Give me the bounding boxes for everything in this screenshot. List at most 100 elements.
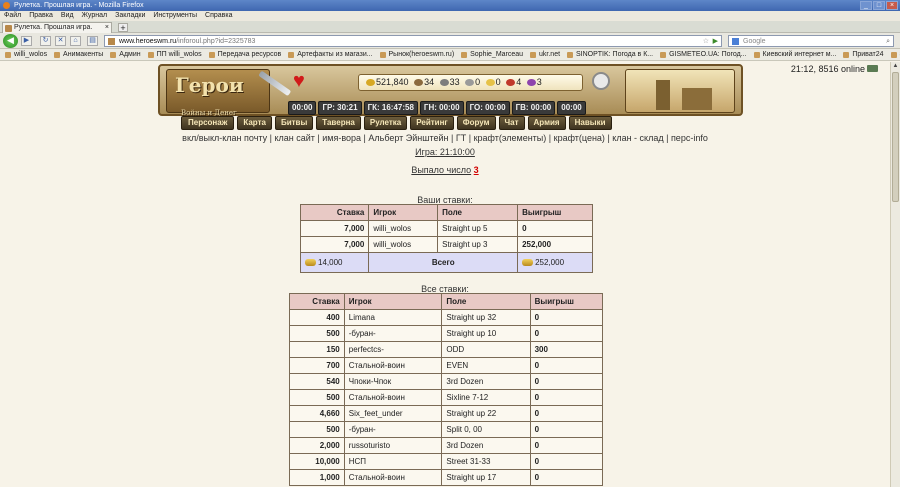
page-scrollbar[interactable]: ▲ [890,62,900,487]
link-gt[interactable]: ГТ [456,133,466,143]
maximize-button[interactable]: □ [873,1,885,10]
table-header-row: Ставка Игрок Поле Выигрыш [289,293,604,310]
cell-player[interactable]: Limana [343,309,443,326]
cell-field: Straight up 3 [437,236,519,253]
bookmark-item[interactable]: Приват24 [843,49,884,60]
new-tab-button[interactable]: + [118,23,128,33]
guild-timers: 00:00 ГР: 30:21 ГК: 16:47:58 ГН: 00:00 Г… [288,101,613,115]
timer-item[interactable]: ГО: 00:00 [465,101,510,115]
bookmark-item[interactable]: SINOPTIK: Погода в К... [566,49,653,60]
timer-item[interactable]: ГК: 16:47:58 [363,101,418,115]
cell-player[interactable]: -буран- [343,325,443,342]
bookmark-item[interactable]: Передача ресурсов [208,49,281,60]
cell-player[interactable]: willi_wolos [368,236,439,253]
menu-tavern[interactable]: Таверна [316,116,361,130]
ring-icon[interactable] [592,72,610,90]
wood-icon [414,79,424,86]
menu-roulette[interactable]: Рулетка [363,116,408,130]
url-bar[interactable]: www.heroeswm.ru/inforoul.php?id=2325783 … [104,35,722,47]
cell-field: Street 31-33 [441,453,531,470]
link-clan-storage[interactable]: клан - склад [612,133,663,143]
tab-roulette[interactable]: Рулетка. Прошлая игра. × [2,22,112,33]
reload-button[interactable]: ↻ [40,36,51,46]
link-einstein[interactable]: Альберт Эйнштейн [368,133,448,143]
scroll-up-icon[interactable]: ▲ [891,62,900,71]
link-pers-info[interactable]: перс-info [671,133,708,143]
bookmark-item[interactable]: Анимакенты [54,49,103,60]
bookmark-item[interactable]: Админ [110,49,141,60]
table-row: 500 -буран- Split 0, 00 0 [289,421,604,438]
menu-view[interactable]: Вид [61,11,74,21]
timer-item[interactable]: ГР: 30:21 [318,101,362,115]
menu-forum[interactable]: Форум [456,116,496,130]
link-craft-elements[interactable]: крафт(элементы) [474,133,547,143]
menu-edit[interactable]: Правка [29,11,53,21]
menu-help[interactable]: Справка [205,11,232,21]
bookmark-item[interactable]: GISMETEO.UA: Погод... [660,49,747,60]
cell-player[interactable]: Чпоки-Чпок [343,373,443,390]
bookmark-item[interactable]: Рынок(heroeswm.ru) [379,49,454,60]
back-button[interactable]: ◀ [3,34,18,48]
bookmark-item[interactable]: Sophie_Marceau [461,49,523,60]
timer-item[interactable]: ГН: 00:00 [419,101,464,115]
home-button[interactable]: ⌂ [70,36,81,46]
link-clan-site[interactable]: клан сайт [274,133,314,143]
bookmarks-toolbar: willi_wolos Анимакенты Админ ПП willi_wo… [0,49,900,61]
go-arrow-icon[interactable]: ▶ [713,36,718,46]
search-icon[interactable]: ⌕ [886,36,890,47]
menu-map[interactable]: Карта [237,116,272,130]
bookmark-item[interactable]: willi_wolos [5,49,47,60]
cell-player[interactable]: Стальной-воин [343,357,443,374]
menu-battles[interactable]: Битвы [274,116,314,130]
cell-player[interactable]: willi_wolos [368,220,439,237]
stop-button[interactable]: ✕ [55,36,66,46]
menu-rating[interactable]: Рейтинг [410,116,454,130]
link-clan-mail[interactable]: вкл/выкл-клан почту [182,133,267,143]
bookmark-item[interactable]: ПП willi_wolos [147,49,202,60]
menu-chat[interactable]: Чат [498,116,525,130]
menu-bookmarks[interactable]: Закладки [115,11,145,21]
cell-player[interactable]: Six_feet_under [343,405,443,422]
bookmark-star-icon[interactable]: ☆ [703,36,709,46]
feed-icon[interactable]: ▤ [87,36,98,46]
cell-player[interactable]: russoturisto [343,437,443,454]
timer-item: 00:00 [557,101,586,115]
link-thief-name[interactable]: имя-вора [322,133,361,143]
menu-skills[interactable]: Навыки [568,116,612,130]
menu-file[interactable]: Файл [4,11,21,21]
menu-history[interactable]: Журнал [82,11,108,21]
cell-player[interactable]: -буран- [343,421,443,438]
cell-win: 0 [529,325,604,342]
my-bets-table: Ставка Игрок Поле Выигрыш 7,000 willi_wo… [299,204,593,273]
scroll-thumb[interactable] [892,72,899,202]
link-craft-price[interactable]: крафт(цена) [554,133,605,143]
mail-icon[interactable] [867,65,878,72]
tab-close-icon[interactable]: × [105,23,109,33]
menu-army[interactable]: Армия [527,116,566,130]
menu-tools[interactable]: Инструменты [153,11,197,21]
cell-player[interactable]: perfectcs- [343,341,443,358]
close-window-button[interactable]: × [886,1,898,10]
res-crystal: 4 [516,77,522,87]
site-favicon-icon [5,25,12,32]
game-logo[interactable]: Герои Войны и Денег [166,69,270,117]
res-mercury: 0 [475,77,481,87]
table-row: 7,000 willi_wolos Straight up 3 252,000 [299,236,593,253]
timer-item[interactable]: ГВ: 00:00 [511,101,556,115]
menu-character[interactable]: Персонаж [181,116,235,130]
cell-win: 0 [529,437,604,454]
bookmark-item[interactable]: Киевский интернет м... [753,49,836,60]
cell-player[interactable]: Стальной-воин [343,389,443,406]
bookmark-item[interactable]: Заказ такси онлайн. ... [890,49,900,60]
health-heart-icon: ♥ [293,70,305,92]
minimize-button[interactable]: _ [860,1,872,10]
bookmark-item[interactable]: Артефакты из магази... [288,49,373,60]
forward-button[interactable]: ▶ [21,36,32,46]
game-header: Герои Войны и Денег ♥ 521,840 34 33 0 0 … [158,64,743,117]
search-input[interactable]: Google ⌕ [728,35,894,47]
cell-player[interactable]: Стальной-воин [343,469,443,486]
cell-player[interactable]: НСП [343,453,443,470]
table-row: 1,000 Стальной-воин Straight up 17 0 [289,469,604,486]
game-time-link[interactable]: Игра: 21:10:00 [415,147,475,157]
bookmark-item[interactable]: ukr.net [530,49,560,60]
